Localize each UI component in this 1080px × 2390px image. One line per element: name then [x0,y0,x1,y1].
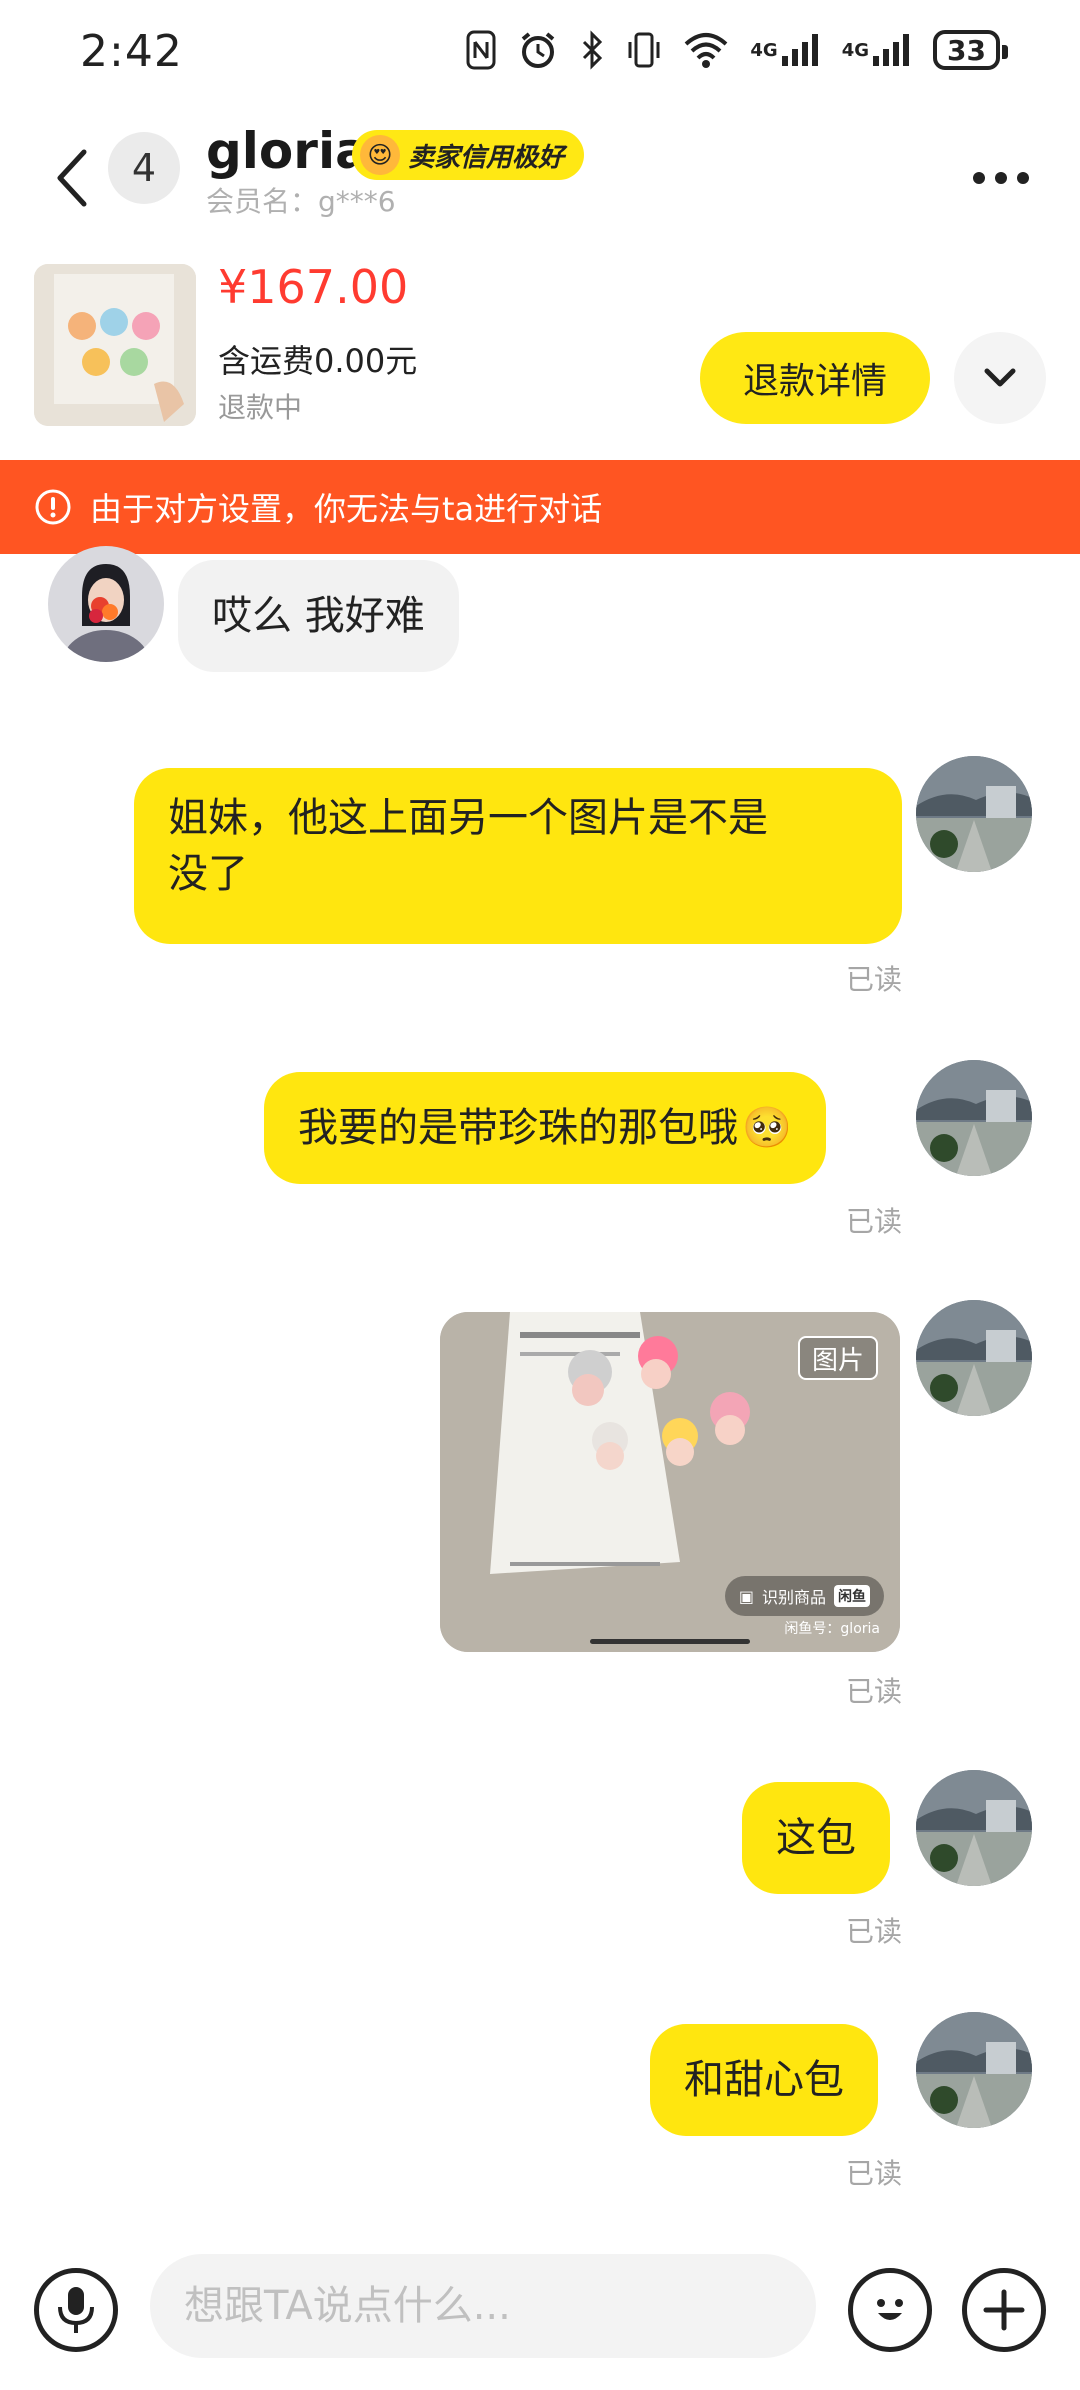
seller-avatar[interactable] [48,546,164,662]
message-bubble-outgoing[interactable]: 这包 [742,1782,890,1894]
dot-icon [1017,172,1029,184]
message-text-line-2: 没了 [168,851,248,897]
nfc-icon [466,28,496,72]
refund-status: 退款中 [218,391,303,424]
my-avatar[interactable] [916,1770,1032,1886]
expand-button[interactable] [954,332,1046,424]
plus-icon [983,2289,1025,2331]
message-text: 这包 [776,1815,856,1861]
read-receipt: 已读 [845,1205,902,1238]
recognize-label: 识别商品 [761,1588,826,1607]
signal-4g-icon: 4G [750,28,819,72]
message-bubble-incoming[interactable]: 哎么 我好难 [178,560,459,672]
dot-icon [973,172,985,184]
image-tag: 图片 [797,1336,878,1380]
read-receipt: 已读 [845,1675,902,1708]
message-input[interactable] [150,2254,816,2358]
vibrate-icon [626,28,662,72]
image-watermark: 闲鱼号：gloria [784,1621,880,1637]
microphone-icon [58,2287,94,2333]
contact-nickname[interactable]: gloria [206,122,369,180]
smiley-icon [877,2299,903,2320]
warning-icon [35,489,71,525]
message-bubble-outgoing[interactable]: 和甜心包 [650,2024,878,2136]
unread-count-badge[interactable]: 4 [108,132,180,204]
pleading-face-emoji: 🥺 [742,1105,792,1151]
my-avatar[interactable] [916,756,1032,872]
chevron-left-icon [57,149,87,207]
xianyu-logo-mark: 闲鱼 [834,1585,870,1607]
network-label-2: 4G [841,39,870,61]
signal-4g-icon: 4G [842,28,911,72]
more-options-button[interactable] [966,148,1036,208]
wifi-icon [684,28,728,72]
product-shipping: 含运费0.00元 [218,342,418,380]
my-avatar[interactable] [916,1060,1032,1176]
emoji-button[interactable] [848,2268,932,2352]
status-bar: 2:42 4G 4G 33 [0,0,1080,100]
status-time: 2:42 [80,26,183,77]
image-progress-bar [590,1639,750,1644]
product-thumbnail[interactable] [34,264,196,426]
recognize-product-button[interactable]: ▣ 识别商品 闲鱼 [724,1576,884,1616]
voice-input-button[interactable] [34,2268,118,2352]
status-icons: 4G 4G 33 [466,28,1008,72]
message-text-line-1: 姐妹，他这上面另一个图片是不是 [168,795,768,841]
message-bubble-outgoing[interactable]: 我要的是带珍珠的那包哦 🥺 [264,1072,826,1184]
seller-credit-badge[interactable]: 😍 卖家信用极好 [352,130,585,180]
member-name: 会员名：g***6 [206,185,396,218]
back-button[interactable] [44,138,100,218]
read-receipt: 已读 [845,963,902,996]
message-text: 我要的是带珍珠的那包哦 [298,1105,738,1151]
battery-icon: 33 [933,30,1008,70]
network-label-1: 4G [750,39,778,61]
read-receipt: 已读 [845,1915,902,1948]
refund-details-button[interactable]: 退款详情 [700,332,930,424]
chat-restricted-banner: 由于对方设置，你无法与ta进行对话 [0,460,1080,554]
chat-input-bar [0,2240,1080,2390]
product-card[interactable]: ¥167.00 含运费0.00元 退款中 退款详情 [0,260,1080,430]
warning-text: 由于对方设置，你无法与ta进行对话 [90,490,603,528]
bluetooth-icon [580,28,604,72]
message-text: 哎么 我好难 [212,593,425,639]
read-receipt: 已读 [845,2157,902,2190]
heart-eyes-icon: 😍 [360,135,400,175]
chevron-down-icon [984,368,1016,387]
alarm-icon [518,28,558,72]
more-actions-button[interactable] [962,2268,1046,2352]
message-text: 和甜心包 [684,2057,844,2103]
scan-icon: ▣ [738,1586,754,1606]
dot-icon [995,172,1007,184]
image-message[interactable]: 图片 ▣ 识别商品 闲鱼 闲鱼号：gloria [440,1312,900,1652]
chat-header: 4 gloria 😍 卖家信用极好 会员名：g***6 [0,120,1080,240]
product-price: ¥167.00 [218,260,409,314]
battery-level: 33 [947,33,986,67]
my-avatar[interactable] [916,1300,1032,1416]
my-avatar[interactable] [916,2012,1032,2128]
message-bubble-outgoing[interactable]: 姐妹，他这上面另一个图片是不是 没了 [134,768,902,944]
credit-badge-label: 卖家信用极好 [408,142,565,173]
